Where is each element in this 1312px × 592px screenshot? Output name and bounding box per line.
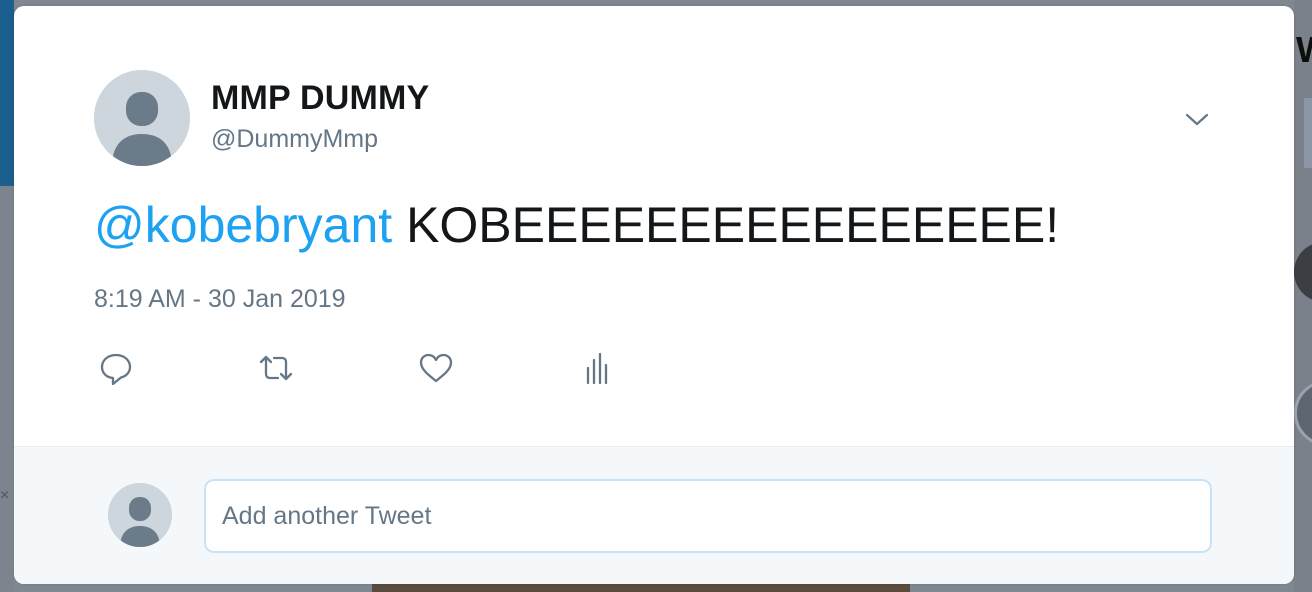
mention-link[interactable]: @kobebryant [94, 197, 392, 253]
background-trend-snippet [1304, 98, 1312, 168]
user-avatar[interactable] [94, 70, 190, 166]
tweet-text: @kobebryant KOBEEEEEEEEEEEEEEEE! [94, 194, 1059, 256]
add-tweet-input[interactable] [204, 479, 1212, 553]
reply-button[interactable] [96, 348, 136, 388]
default-profile-icon [94, 70, 190, 166]
user-handle[interactable]: @DummyMmp [211, 124, 378, 154]
like-button[interactable] [416, 348, 456, 388]
background-close-icon: × [0, 487, 10, 504]
retweet-icon [259, 355, 293, 381]
default-profile-icon [108, 483, 172, 547]
tweet-timestamp[interactable]: 8:19 AM - 30 Jan 2019 [94, 284, 346, 314]
reply-icon [100, 353, 132, 386]
reply-composer [14, 446, 1294, 584]
retweet-button[interactable] [256, 348, 296, 388]
tweet-body: KOBEEEEEEEEEEEEEEEE! [406, 197, 1060, 253]
chevron-down-icon [1185, 113, 1209, 126]
display-name[interactable]: MMP DUMMY [211, 78, 429, 118]
heart-icon [419, 353, 453, 383]
background-panel-left [0, 0, 14, 186]
tweet-modal: MMP DUMMY @DummyMmp @kobebryant KOBEEEEE… [14, 6, 1294, 584]
analytics-button[interactable] [576, 348, 616, 388]
tweet-options-button[interactable] [1182, 104, 1212, 134]
background-letter: W [1296, 30, 1312, 70]
current-user-avatar [108, 483, 172, 547]
background-panel-left-lower [0, 186, 14, 592]
analytics-icon [586, 352, 608, 385]
